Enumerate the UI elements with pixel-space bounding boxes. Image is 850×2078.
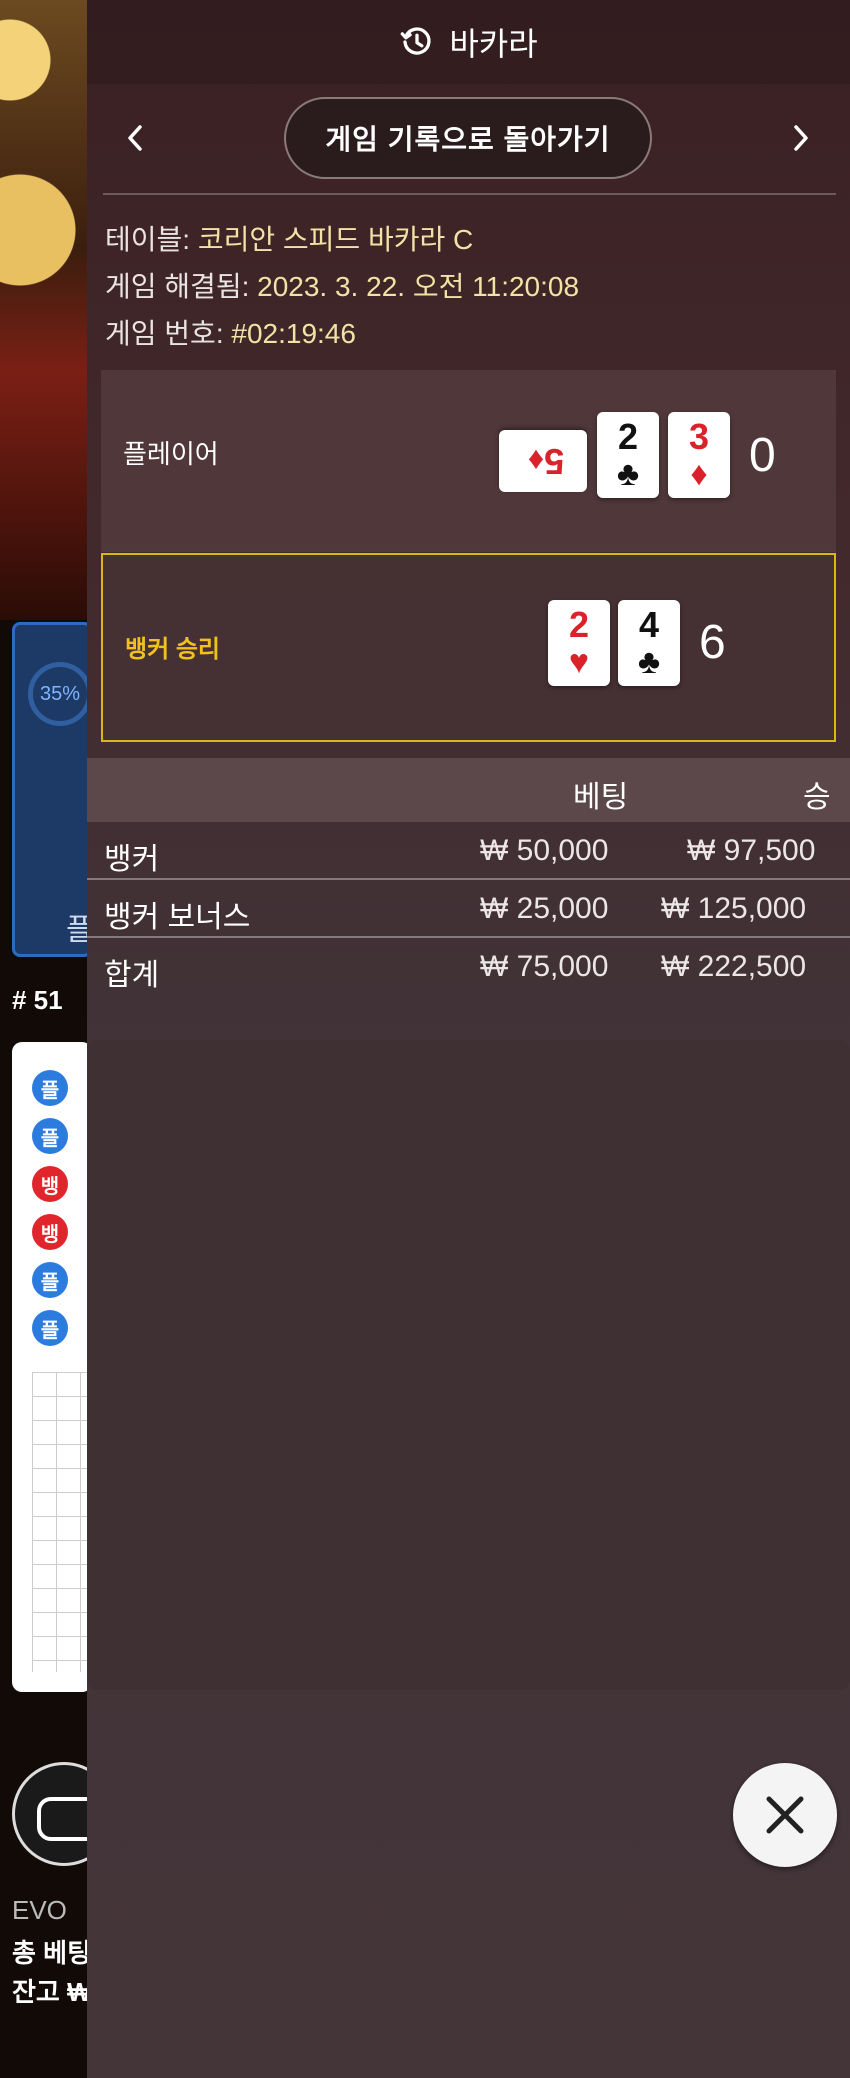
game-number-label: 게임 번호: xyxy=(105,318,224,349)
header-divider xyxy=(103,193,836,195)
heart-suit-icon: ♥ xyxy=(568,643,590,681)
panel-title: 바카라 xyxy=(449,26,538,62)
table-label: 테이블: xyxy=(105,224,191,255)
bet-amount: ₩ 25,000 xyxy=(480,892,609,925)
next-game-button[interactable] xyxy=(781,118,821,158)
banker-result: 뱅커 승리 2 ♥ 4 ♣ 6 xyxy=(101,553,836,742)
close-icon xyxy=(766,1796,804,1834)
win-amount: ₩ 97,500 xyxy=(687,834,816,867)
previous-game-button[interactable] xyxy=(115,118,155,158)
game-number-info: 게임 번호: #02:19:46 xyxy=(105,312,356,352)
bet-amount: ₩ 50,000 xyxy=(480,834,609,867)
player-card-2: 2 ♣ xyxy=(597,412,659,498)
round-number: # 51 xyxy=(12,985,63,1015)
chevron-left-icon xyxy=(128,125,142,151)
banker-score: 6 xyxy=(699,616,726,669)
diamond-suit-icon: ♦ xyxy=(690,455,708,493)
player-label: 플레이어 xyxy=(123,439,219,469)
table-row: 뱅커 보너스 ₩ 25,000 ₩ 125,000 xyxy=(87,880,850,936)
footer-evo-text: EVO xyxy=(12,1895,67,1925)
player-score: 0 xyxy=(749,429,776,482)
back-to-history-button[interactable]: 게임 기록으로 돌아가기 xyxy=(284,97,652,179)
bet-name: 뱅커 xyxy=(104,843,160,876)
total-bet-amount: ₩ 75,000 xyxy=(480,950,609,983)
win-amount: ₩ 125,000 xyxy=(661,892,807,925)
player-card-1: 5 ♦ xyxy=(499,430,587,492)
game-history-panel: 바카라 게임 기록으로 돌아가기 테이블: 코리안 스피드 바카라 C 게임 해… xyxy=(87,0,850,2078)
total-win-amount: ₩ 222,500 xyxy=(661,950,807,983)
win-column-header: 승 xyxy=(803,781,831,814)
banker-win-label: 뱅커 승리 xyxy=(125,636,220,663)
diamond-suit-icon: ♦ xyxy=(527,443,545,479)
bet-percentage-ring: 35% xyxy=(28,662,92,726)
table-row: 뱅커 ₩ 50,000 ₩ 97,500 xyxy=(87,822,850,878)
game-number-value: #02:19:46 xyxy=(231,318,356,349)
total-bet-label: 총 베팅 xyxy=(12,1938,91,1968)
banker-card-1: 2 ♥ xyxy=(548,600,610,686)
road-bead: 플 xyxy=(32,1310,68,1346)
player-card-3: 3 ♦ xyxy=(668,412,730,498)
game-video-background xyxy=(0,0,88,620)
card-rank: 3 xyxy=(688,416,710,457)
dimmed-background-area xyxy=(87,1040,850,1690)
resolved-value: 2023. 3. 22. 오전 11:20:08 xyxy=(257,271,580,302)
table-value: 코리안 스피드 바카라 C xyxy=(197,224,474,255)
close-button[interactable] xyxy=(733,1763,837,1867)
road-bead: 뱅 xyxy=(32,1166,68,1202)
table-info: 테이블: 코리안 스피드 바카라 C xyxy=(105,218,473,258)
history-clock-icon xyxy=(400,27,431,55)
total-label: 합계 xyxy=(104,959,160,992)
card-rank: 5 xyxy=(544,441,565,482)
road-bead: 플 xyxy=(32,1262,68,1298)
road-bead: 뱅 xyxy=(32,1214,68,1250)
resolved-label: 게임 해결됨: xyxy=(105,271,250,302)
card-rank: 2 xyxy=(568,604,590,645)
road-bead: 플 xyxy=(32,1070,68,1106)
club-suit-icon: ♣ xyxy=(616,455,640,493)
total-row: 합계 ₩ 75,000 ₩ 222,500 xyxy=(87,938,850,994)
chevron-right-icon xyxy=(794,125,808,151)
road-bead: 플 xyxy=(32,1118,68,1154)
big-road-grid xyxy=(32,1372,92,1672)
bet-name: 뱅커 보너스 xyxy=(104,901,251,934)
bet-column-header: 베팅 xyxy=(573,781,629,814)
banker-card-2: 4 ♣ xyxy=(618,600,680,686)
card-rank: 4 xyxy=(638,604,660,645)
bead-road: 플 플 뱅 뱅 플 플 xyxy=(12,1042,92,1692)
player-result: 플레이어 5 ♦ 2 ♣ 3 ♦ 0 xyxy=(101,370,836,552)
club-suit-icon: ♣ xyxy=(637,643,661,681)
bets-table-header: 베팅 승 xyxy=(87,758,850,822)
panel-header: 바카라 xyxy=(87,0,850,84)
card-rank: 2 xyxy=(617,416,639,457)
resolved-info: 게임 해결됨: 2023. 3. 22. 오전 11:20:08 xyxy=(105,265,579,305)
